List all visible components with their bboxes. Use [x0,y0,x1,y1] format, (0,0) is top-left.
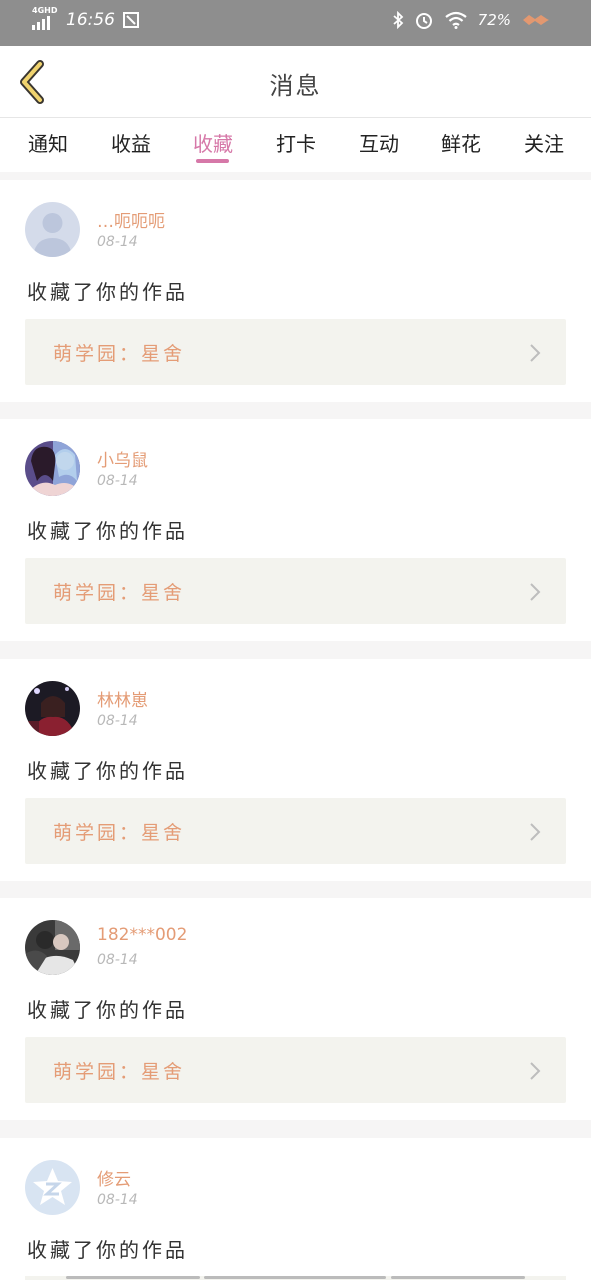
work-title: 萌学园：星舍 [53,1061,186,1083]
list-item: …呃呃呃 08-14 收藏了你的作品 萌学园：星舍 [0,180,591,402]
status-left: 4GHD 16:56 [32,6,139,30]
avatar[interactable] [25,920,80,975]
alarm-icon [415,13,432,29]
work-link[interactable]: 萌学园：星舍 [25,319,566,385]
work-title: 萌学园：星舍 [53,582,186,604]
username[interactable]: 小乌鼠 [97,446,148,471]
avatar[interactable] [25,441,80,496]
notification-date: 08-14 [97,234,138,250]
work-link[interactable]: 萌学园：星舍 [25,1037,566,1103]
list-item: 小乌鼠 08-14 收藏了你的作品 萌学园：星舍 [0,419,591,641]
username[interactable]: 182***002 [97,925,187,945]
work-link[interactable]: 萌学园：星舍 [25,558,566,624]
page-title: 消息 [269,72,322,100]
notification-action: 收藏了你的作品 [27,998,188,1022]
work-title: 萌学园：星舍 [53,343,186,365]
battery-icon [523,15,549,25]
screenshot-icon [123,12,139,28]
user-photo [25,441,80,496]
qq-default-avatar-icon [25,1160,80,1215]
tab-bar: 通知 收益 收藏 打卡 互动 鲜花 关注 [0,118,591,172]
work-link[interactable]: 萌学园：星舍 [25,798,566,864]
status-right: 72% [392,10,551,30]
avatar[interactable] [25,202,80,257]
notification-date: 08-14 [97,952,138,968]
notification-date: 08-14 [97,473,138,489]
username[interactable]: 林林崽 [97,686,148,711]
notification-action: 收藏了你的作品 [27,759,188,783]
notification-date: 08-14 [97,1192,138,1208]
cellular-signal-icon: 4GHD [32,6,58,30]
avatar[interactable] [25,681,80,736]
list-item: 修云 08-14 收藏了你的作品 [0,1138,591,1280]
user-photo [25,681,80,736]
avatar[interactable] [25,1160,80,1215]
status-time: 16:56 [66,10,115,30]
tab-checkin[interactable]: 打卡 [266,128,326,157]
notification-action: 收藏了你的作品 [27,519,188,543]
chevron-right-icon [530,823,541,841]
list-item: 182***002 08-14 收藏了你的作品 萌学园：星舍 [0,898,591,1120]
notification-date: 08-14 [97,713,138,729]
user-photo [25,920,80,975]
work-title: 萌学园：星舍 [53,822,186,844]
header: 消息 [0,46,591,118]
notification-action: 收藏了你的作品 [27,280,188,304]
active-tab-indicator [196,159,229,163]
default-avatar-icon [25,202,80,257]
tab-flowers[interactable]: 鲜花 [431,128,491,157]
chevron-right-icon [530,1062,541,1080]
bluetooth-icon [393,11,403,29]
tab-favorites[interactable]: 收藏 [183,128,243,157]
tab-interactions[interactable]: 互动 [349,128,409,157]
list-item: 林林崽 08-14 收藏了你的作品 萌学园：星舍 [0,659,591,881]
battery-percent: 72% [477,11,511,29]
tab-notifications[interactable]: 通知 [18,128,78,157]
username[interactable]: 修云 [97,1165,131,1190]
chevron-right-icon [530,583,541,601]
wifi-icon [444,11,467,29]
status-bar: 4GHD 16:56 72% [0,0,591,46]
bottom-scroll-indicator [0,1270,591,1280]
username[interactable]: …呃呃呃 [97,207,165,232]
chevron-right-icon [530,344,541,362]
tab-following[interactable]: 关注 [514,128,574,157]
tab-earnings[interactable]: 收益 [101,128,161,157]
notification-action: 收藏了你的作品 [27,1238,188,1262]
